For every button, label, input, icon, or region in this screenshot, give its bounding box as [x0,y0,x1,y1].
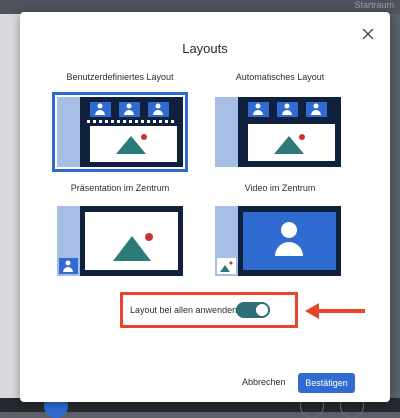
layout-auto-label: Automatisches Layout [235,72,325,82]
thumb-sidebar [57,97,80,167]
layout-presentation-option[interactable] [57,206,183,276]
cancel-button[interactable]: Abbrechen [242,377,286,387]
layout-video-option[interactable] [215,206,341,276]
video-graphic [220,222,303,272]
close-icon[interactable] [360,26,376,42]
annotation-arrow-icon [305,303,365,319]
annotation-highlight-box [120,292,298,328]
confirm-button[interactable]: Bestätigen [298,373,355,393]
layout-custom-label: Benutzerdefiniertes Layout [66,72,174,82]
layout-video-label: Video im Zentrum [244,183,316,193]
layout-auto-option[interactable] [215,97,341,167]
layout-custom-option[interactable] [52,92,188,172]
background-sidebar [0,14,22,412]
layout-presentation-label: Präsentation im Zentrum [70,183,170,193]
dialog-title: Layouts [182,41,228,56]
layouts-dialog: Layouts Benutzerdefiniertes Layout Autom… [20,12,390,402]
person-icons [95,103,163,154]
presentation-graphic [63,233,153,272]
background-room-name: Startraum [354,0,394,10]
person-icons [253,103,321,154]
thumb-sidebar [215,97,238,167]
